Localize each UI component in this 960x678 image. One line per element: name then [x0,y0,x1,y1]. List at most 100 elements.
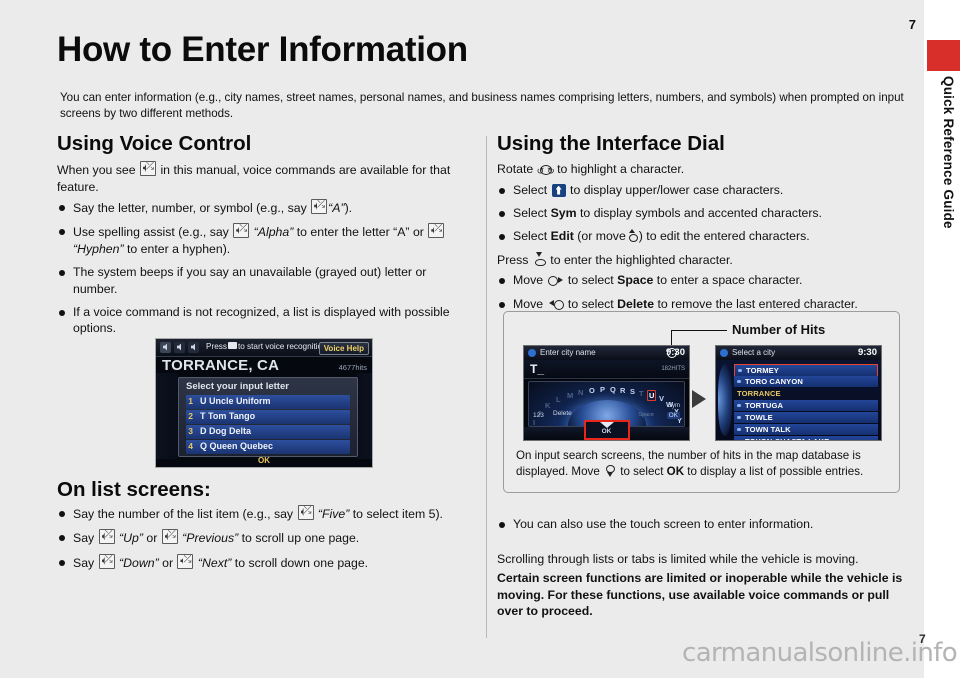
list-item[interactable]: 3 D Dog Delta [186,425,350,439]
key-S[interactable]: S [630,387,635,396]
list-item: Say “Down” or “Next” to scroll down one … [57,553,469,571]
space-key[interactable]: Space [638,412,654,418]
shift-key-icon [551,183,566,197]
prompt-text-b: to start voice recognition [237,342,327,351]
prompt-text-a: Press [206,342,227,351]
list-item: Select to display upper/lower case chara… [497,182,909,198]
key-P[interactable]: P [600,385,605,394]
list-item[interactable]: 2 T Tom Tango [186,410,350,424]
bullet-text: to display upper/lower case characters. [570,182,784,197]
left-column-lower: On list screens: Say the number of the l… [57,478,469,578]
key-O[interactable]: O [589,386,595,395]
list-item: Select Sym to display symbols and accent… [497,205,909,221]
bullet-text: to enter a space character. [656,273,803,288]
callout-pointer-dot [667,348,677,358]
voice-icon [297,504,314,520]
row-bullet-icon [737,403,741,407]
row-label: TORRANCE [737,388,781,398]
key-R[interactable]: R [620,386,625,395]
list-screen-bullets: Say the number of the list item (e.g., s… [57,504,469,571]
key-V[interactable]: V [659,394,664,403]
key-I[interactable]: I [533,418,535,426]
input-letter-panel: Select your input letter 1 U Uncle Unifo… [178,377,358,457]
key-N[interactable]: N [578,388,583,397]
chapter-label: Quick Reference Guide [941,76,956,229]
mini-screen-title: Select a city [732,348,776,357]
screen-city-title: TORRANCE, CA [162,357,280,374]
typed-text: T_ [530,362,545,376]
city-list-body: TORMEY TORO CANYON TORRANCE TORTUGA TOWL… [716,360,881,440]
list-item: You can also use the touch screen to ent… [497,516,907,532]
list-item[interactable]: TOWLE [734,412,878,423]
row-number: 4 [188,441,193,451]
list-item[interactable]: TORTUGA [734,400,878,411]
caption-text-b: to select [620,465,664,478]
bullet-italic: “Up” [119,531,143,546]
list-item[interactable]: TOYON-SHASTA LAKE [734,436,878,441]
screen-menu-icon [720,349,728,357]
list-item[interactable]: TOWN TALK [734,424,878,435]
row-bullet-icon [737,439,741,440]
list-item[interactable]: 1 U Uncle Uniform [186,395,350,409]
voice-icon [311,198,328,214]
ok-key[interactable]: OK [666,412,680,419]
rotate-paragraph: Rotate ↺ ↻ to highlight a character. [497,161,909,178]
manual-page: Quick Reference Guide 7 How to Enter Inf… [0,0,960,678]
key-M[interactable]: M [567,391,573,400]
bullet-text: to scroll down one page. [234,555,369,570]
text-input-area[interactable]: T_ 182HITS [524,360,689,379]
row-number: 3 [188,426,193,436]
flow-arrow-icon [692,390,706,408]
key-K[interactable]: K [545,401,550,410]
row-bullet-icon [737,379,741,383]
heading-using-voice-control: Using Voice Control [57,132,252,155]
bullet-text: Say [73,555,95,570]
numeric-key[interactable]: 123 [533,412,544,419]
row-label: T Tom Tango [200,411,256,421]
list-side-glow [718,364,732,436]
hits-count: 182HITS [661,366,685,372]
dial-press-icon [533,251,546,266]
interface-dial-bullets: Select to display upper/lower case chara… [497,182,909,245]
bullet-italic: “Next” [197,555,232,570]
number-of-hits-callout: Number of Hits Enter city name 9:30 T_ 1… [503,311,900,493]
voice-mute-icon [188,342,199,353]
list-item: The system beeps if you say an unavailab… [57,264,469,297]
list-item: Use spelling assist (e.g., say “Alpha” t… [57,222,469,257]
key-L[interactable]: L [556,395,561,404]
rotate-text-b: to highlight a character. [557,162,685,176]
press-text-a: Press [497,252,529,267]
list-item[interactable]: TORMEY [734,364,878,377]
key-Q[interactable]: Q [610,385,616,394]
ok-highlight-button[interactable]: OK [583,420,630,440]
voice-icon [428,222,445,239]
row-label: TOYON-SHASTA LAKE [745,436,830,441]
list-item[interactable]: TORRANCE [734,388,878,399]
bullet-italic: “Alpha” [253,225,294,240]
rotate-text-a: Rotate [497,162,534,176]
mini-status-bar: Select a city 9:30 [716,346,881,360]
row-label: D Dog Delta [200,426,252,436]
screen-ok-button[interactable]: OK [156,456,372,465]
press-text-b: to enter the highlighted character. [550,252,733,267]
column-divider [486,136,487,638]
page-number: 7 [908,17,916,32]
list-item[interactable]: TORO CANYON [734,376,878,387]
key-U-selected[interactable]: U [647,390,657,401]
dial-right-icon [547,274,564,287]
delete-key[interactable]: Delete [553,410,572,417]
bullet-text: to display symbols and accented characte… [580,205,822,220]
callout-title: Number of Hits [732,322,826,337]
site-watermark: carmanualsonline.info [682,638,958,668]
bullet-bold: Delete [617,296,655,311]
sym-key[interactable]: Sym [668,403,680,409]
callout-caption: On input search screens, the number of h… [516,448,890,480]
right-column: Using the Interface Dial Rotate ↺ ↻ to hi… [497,132,909,319]
key-T[interactable]: T [639,389,644,398]
dial-left-icon [548,298,564,310]
voice-help-button[interactable]: Voice Help [318,341,369,355]
bullet-text: to enter a hyphen). [127,241,231,256]
row-bullet-icon [737,427,741,431]
bullet-text: to enter the letter “A” or [296,225,424,240]
list-item[interactable]: 4 Q Queen Quebec [186,440,350,454]
